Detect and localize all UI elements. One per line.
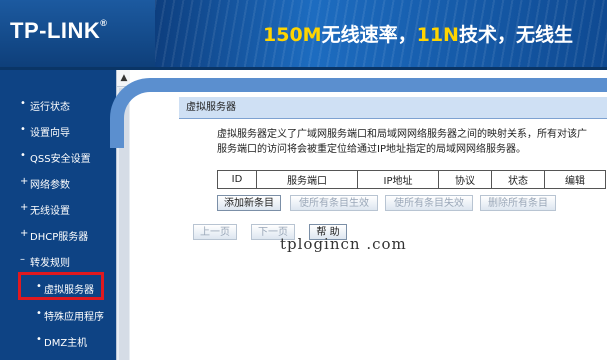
add-entry-button[interactable]: 添加新条目 bbox=[217, 195, 281, 211]
sidebar-item-dmz[interactable]: • DMZ主机 bbox=[0, 328, 116, 352]
table-header-row: ID 服务端口 IP地址 协议 状态 编辑 bbox=[217, 170, 606, 189]
sidebar-item-dhcp[interactable]: + DHCP服务器 bbox=[0, 222, 116, 246]
sidebar-item-forwarding[interactable]: – 转发规则 bbox=[0, 248, 116, 272]
description-text: 虚拟服务器定义了广域网服务端口和局域网网络服务器之间的映射关系，所有对该广 服务… bbox=[217, 129, 587, 155]
column-header-edit: 编辑 bbox=[544, 170, 606, 189]
logo-area: TP-LINK® bbox=[0, 0, 155, 67]
sidebar-item-special-app[interactable]: • 特殊应用程序 bbox=[0, 302, 116, 326]
sidebar-item-status[interactable]: • 运行状态 bbox=[0, 92, 116, 116]
virtual-server-table: ID 服务端口 IP地址 协议 状态 编辑 bbox=[217, 170, 606, 189]
selected-item-highlight bbox=[18, 272, 104, 300]
sidebar-item-qss[interactable]: • QSS安全设置 bbox=[0, 144, 116, 168]
sidebar-item-wireless[interactable]: + 无线设置 bbox=[0, 196, 116, 220]
tp-link-logo: TP-LINK® bbox=[10, 18, 108, 43]
column-header-ip: IP地址 bbox=[357, 170, 439, 189]
sidebar-item-network[interactable]: + 网络参数 bbox=[0, 170, 116, 194]
disable-all-button[interactable]: 使所有条目失效 bbox=[385, 195, 473, 211]
slogan-banner: 150M无线速率，11N技术，无线生 bbox=[155, 0, 607, 67]
column-header-id: ID bbox=[217, 170, 257, 189]
column-header-protocol: 协议 bbox=[438, 170, 492, 189]
column-header-port: 服务端口 bbox=[256, 170, 358, 189]
enable-all-button[interactable]: 使所有条目生效 bbox=[290, 195, 378, 211]
header-banner: TP-LINK® 150M无线速率，11N技术，无线生 bbox=[0, 0, 607, 67]
delete-all-button[interactable]: 删除所有条目 bbox=[480, 195, 556, 211]
sidebar-menu: • 运行状态 • 设置向导 • QSS安全设置 + 网络参数 + 无线设置 + DHCP服务… bbox=[0, 70, 116, 360]
panel-title: 虚拟服务器 bbox=[179, 97, 607, 119]
slogan-text: 150M无线速率，11N技术，无线生 bbox=[263, 24, 573, 46]
watermark-text: tplogincn .com bbox=[280, 235, 407, 253]
column-header-status: 状态 bbox=[491, 170, 545, 189]
sidebar-item-setup-wizard[interactable]: • 设置向导 bbox=[0, 118, 116, 142]
main-content: 虚拟服务器 虚拟服务器定义了广域网服务端口和局域网网络服务器之间的映射关系，所有… bbox=[110, 70, 607, 360]
virtual-server-panel: 虚拟服务器 虚拟服务器定义了广域网服务端口和局域网网络服务器之间的映射关系，所有… bbox=[179, 97, 607, 360]
prev-page-button[interactable]: 上一页 bbox=[193, 224, 237, 240]
